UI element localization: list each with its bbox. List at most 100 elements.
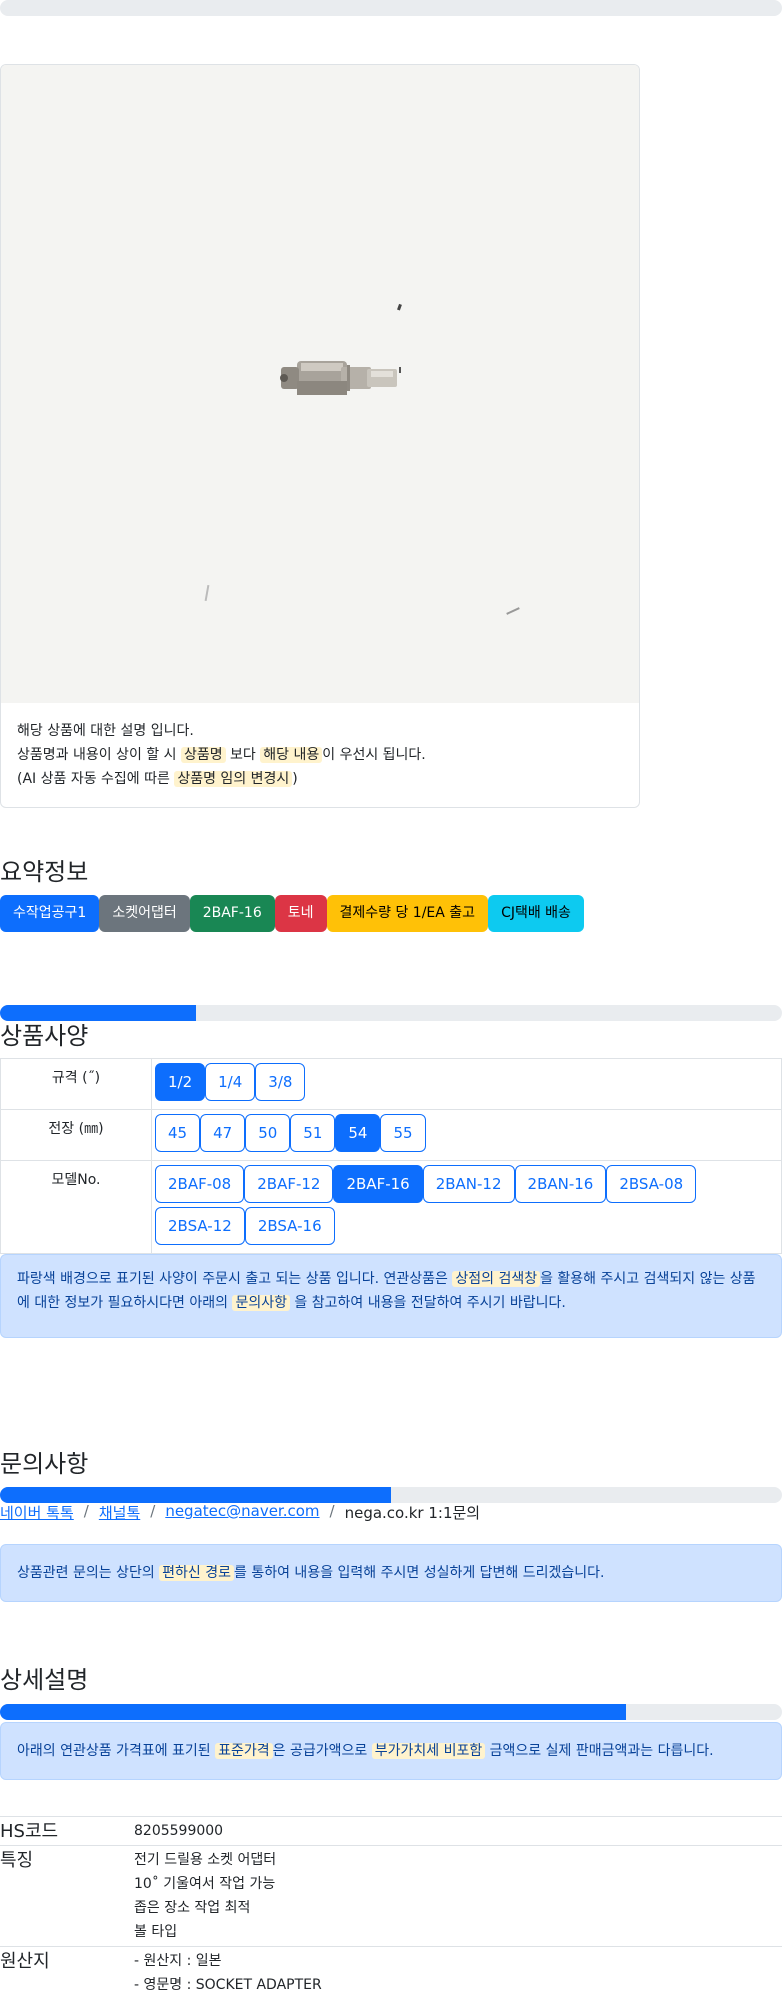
spec-row: 전장 (㎜) 45 47 50 51 54 55 [0,1109,782,1161]
highlight-content: 해당 내용 [260,747,323,763]
summary-badge: 소켓어댑터 [99,895,190,932]
product-disclaimer: 해당 상품에 대한 설명 입니다. 상품명과 내용이 상이 할 시 상품명 보다… [17,719,426,791]
option-button[interactable]: 3/8 [255,1063,306,1101]
summary-badge: 수작업공구1 [0,895,100,932]
detail-row: HS코드 8205599000 [0,1816,782,1846]
contact-breadcrumb: 네이버 톡톡 / 채널톡 / negatec@naver.com / nega.… [0,1502,480,1523]
summary-badge: 토네 [274,895,327,932]
site-inquiry-text: nega.co.kr 1:1문의 [344,1504,481,1522]
disclaimer-text: 상품명과 내용이 상이 할 시 [17,747,181,763]
detail-value-line: 좁은 장소 작업 최적 [134,1900,251,1916]
separator: / [150,1502,156,1520]
option-button[interactable]: 54 [335,1114,381,1152]
disclaimer-line-1: 해당 상품에 대한 설명 입니다. [17,723,194,739]
spec-options: 2BAF-08 2BAF-12 2BAF-16 2BAN-12 2BAN-16 2BSA-… [151,1160,782,1254]
disclaimer-line-2: 상품명과 내용이 상이 할 시 상품명 보다 해당 내용 이 우선시 됩니다. [17,743,426,767]
detail-key: 특징 [0,1845,134,1947]
detail-value-line: 8205599000 [134,1823,224,1839]
spec-label: 모델No. [0,1160,152,1254]
notice-text: 파랑색 배경으로 표기된 사양이 주문시 출고 되는 상품 입니다. 연관상품은 [17,1271,453,1287]
notice-text: 아래의 연관상품 가격표에 표기된 [17,1743,216,1759]
inquiry-progress-fill [0,1487,391,1503]
notice-text: 를 통하여 내용을 입력해 주시면 성실하게 답변해 드리겠습니다. [234,1565,605,1581]
product-card: 해당 상품에 대한 설명 입니다. 상품명과 내용이 상이 할 시 상품명 보다… [0,64,640,808]
channel-talk-link[interactable]: 채널톡 [99,1502,140,1523]
notice-text: 상품관련 문의는 상단의 [17,1565,160,1581]
summary-badge: 결제수량 당 1/EA 출고 [326,895,489,932]
highlight-product-name: 상품명 [180,747,226,763]
spec-notice: 파랑색 배경으로 표기된 사양이 주문시 출고 되는 상품 입니다. 연관상품은… [0,1254,782,1338]
disclaimer-text: 보다 [225,747,261,763]
option-button[interactable]: 50 [245,1114,291,1152]
detail-title: 상세설명 [0,1666,89,1694]
disclaimer-line-3: (AI 상품 자동 수집에 따른 상품명 임의 변경시) [17,767,426,791]
detail-value-line: 전기 드릴용 소켓 어댑터 [134,1852,277,1868]
highlight-search: 상점의 검색창 [452,1271,541,1287]
spec-table: 규격 (˝) 1/2 1/4 3/8 전장 (㎜) 45 47 50 51 54 55 모델N… [0,1058,782,1254]
separator: / [83,1502,89,1520]
detail-table: HS코드 8205599000 특징 전기 드릴용 소켓 어댑터 10˚ 기울여… [0,1816,782,1998]
inquiry-progress [0,1487,782,1503]
spec-options: 45 47 50 51 54 55 [151,1109,782,1161]
spec-progress [0,1005,782,1021]
detail-notice: 아래의 연관상품 가격표에 표기된 표준가격 은 공급가액으로 부가가치세 비포함… [0,1722,782,1780]
detail-value: 8205599000 [134,1816,782,1846]
inquiry-notice: 상품관련 문의는 상단의 편하신 경로 를 통하여 내용을 입력해 주시면 성실하… [0,1544,782,1602]
disclaimer-text: ) [292,771,298,787]
highlight-route: 편하신 경로 [159,1565,235,1581]
detail-value: 전기 드릴용 소켓 어댑터 10˚ 기울여서 작업 가능 좁은 장소 작업 최적… [134,1845,782,1947]
spec-label: 규격 (˝) [0,1058,152,1110]
detail-value-line: 10˚ 기울여서 작업 가능 [134,1876,276,1892]
notice-text: 금액으로 실제 판매금액과는 다릅니다. [485,1743,714,1759]
option-button[interactable]: 2BAF-08 [155,1165,245,1203]
spec-label: 전장 (㎜) [0,1109,152,1161]
detail-row: 특징 전기 드릴용 소켓 어댑터 10˚ 기울여서 작업 가능 좁은 장소 작업… [0,1845,782,1947]
socket-adapter-image [1,65,639,703]
detail-key: 원산지 [0,1946,134,1998]
product-photo [1,65,639,703]
summary-badge: 2BAF-16 [189,895,275,932]
detail-progress [0,1704,782,1720]
disclaimer-text: 이 우선시 됩니다. [322,747,426,763]
option-button[interactable]: 51 [290,1114,336,1152]
email-link[interactable]: negatec@naver.com [165,1502,319,1523]
spec-title: 상품사양 [0,1022,89,1050]
highlight-name-change: 상품명 임의 변경시 [174,771,293,787]
option-group: 45 47 50 51 54 55 [155,1114,779,1152]
separator: / [329,1502,335,1520]
highlight-vat: 부가가치세 비포함 [371,1743,486,1759]
option-button[interactable]: 1/4 [205,1063,256,1101]
option-button[interactable]: 47 [200,1114,246,1152]
option-button[interactable]: 55 [380,1114,426,1152]
spec-options: 1/2 1/4 3/8 [151,1058,782,1110]
naver-talktalk-link[interactable]: 네이버 톡톡 [0,1502,74,1523]
option-group: 2BAF-08 2BAF-12 2BAF-16 2BAN-12 2BAN-16 2BSA-… [155,1165,779,1245]
summary-badge: CJ택배 배송 [488,895,584,932]
option-button[interactable]: 2BAF-16 [333,1165,423,1203]
notice-text: 을 참고하여 내용을 전달하여 주시기 바랍니다. [289,1295,566,1311]
summary-badges: 수작업공구1 소켓어댑터 2BAF-16 토네 결제수량 당 1/EA 출고 CJ택배 배… [0,895,584,932]
summary-title: 요약정보 [0,858,89,886]
option-button[interactable]: 2BAF-12 [244,1165,334,1203]
detail-value-line: 볼 타입 [134,1924,178,1940]
highlight-standard-price: 표준가격 [215,1743,273,1759]
option-button[interactable]: 2BAN-16 [514,1165,607,1203]
detail-value-line: - 원산지 : 일본 [134,1953,222,1969]
option-button[interactable]: 1/2 [155,1063,206,1101]
option-group: 1/2 1/4 3/8 [155,1063,779,1101]
option-button[interactable]: 45 [155,1114,201,1152]
inquiry-title: 문의사항 [0,1450,89,1478]
spec-row: 모델No. 2BAF-08 2BAF-12 2BAF-16 2BAN-12 2BAN-1… [0,1160,782,1254]
spec-row: 규격 (˝) 1/2 1/4 3/8 [0,1058,782,1110]
option-button[interactable]: 2BSA-16 [244,1207,335,1245]
detail-row: 원산지 - 원산지 : 일본 - 영문명 : SOCKET ADAPTER [0,1946,782,1998]
detail-value: - 원산지 : 일본 - 영문명 : SOCKET ADAPTER [134,1946,782,1998]
top-progress-bar [0,0,782,16]
option-button[interactable]: 2BAN-12 [422,1165,515,1203]
option-button[interactable]: 2BSA-12 [155,1207,245,1245]
disclaimer-text: (AI 상품 자동 수집에 따른 [17,771,175,787]
notice-text: 은 공급가액으로 [272,1743,372,1759]
detail-key: HS코드 [0,1816,134,1846]
detail-value-line: - 영문명 : SOCKET ADAPTER [134,1977,322,1993]
option-button[interactable]: 2BSA-08 [606,1165,697,1203]
